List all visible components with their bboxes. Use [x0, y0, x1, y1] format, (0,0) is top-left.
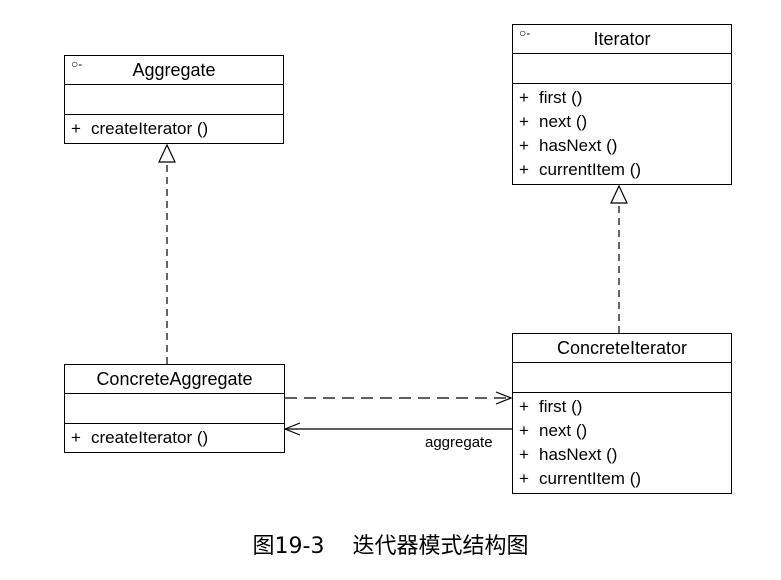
- realization-arrowhead-iterator: [610, 184, 628, 204]
- operation-item: + createIterator (): [65, 426, 284, 450]
- operation-label: createIterator (): [91, 119, 209, 138]
- class-aggregate: ○- Aggregate + createIterator (): [64, 55, 284, 144]
- figure-number: 图19-3: [252, 534, 325, 559]
- operation-label: currentItem (): [539, 160, 642, 179]
- operation-item: + next (): [513, 110, 731, 134]
- class-concrete-aggregate-operations: + createIterator (): [65, 423, 284, 452]
- class-iterator-attributes: [513, 53, 731, 83]
- class-concrete-iterator: ConcreteIterator + first () + next () + has…: [512, 333, 732, 494]
- operation-label: hasNext (): [539, 445, 618, 464]
- operation-label: createIterator (): [91, 428, 209, 447]
- class-concrete-aggregate: ConcreteAggregate + createIterator (): [64, 364, 285, 453]
- operation-item: + hasNext (): [513, 443, 731, 467]
- association-label: aggregate: [425, 434, 493, 451]
- operation-label: next (): [539, 421, 588, 440]
- class-concrete-iterator-attributes: [513, 362, 731, 392]
- operation-item: + first (): [513, 86, 731, 110]
- visibility-marker: +: [519, 160, 529, 179]
- class-concrete-aggregate-attributes: [65, 393, 284, 423]
- figure-caption: 图19-3 迭代器模式结构图: [0, 532, 781, 562]
- figure-title: 迭代器模式结构图: [352, 534, 529, 559]
- class-iterator-name-section: ○- Iterator: [513, 25, 731, 53]
- interface-icon: ○-: [519, 26, 531, 40]
- operation-label: next (): [539, 112, 588, 131]
- visibility-marker: +: [519, 397, 529, 416]
- visibility-marker: +: [519, 445, 529, 464]
- visibility-marker: +: [519, 136, 529, 155]
- class-concrete-aggregate-name-section: ConcreteAggregate: [65, 365, 284, 393]
- class-concrete-iterator-name-section: ConcreteIterator: [513, 334, 731, 362]
- operation-item: + currentItem (): [513, 158, 731, 182]
- class-aggregate-attributes: [65, 84, 283, 114]
- visibility-marker: +: [519, 88, 529, 107]
- operation-label: hasNext (): [539, 136, 618, 155]
- visibility-marker: +: [519, 469, 529, 488]
- class-aggregate-name: Aggregate: [132, 60, 216, 80]
- operation-label: first (): [539, 88, 583, 107]
- visibility-marker: +: [519, 421, 529, 440]
- operation-label: first (): [539, 397, 583, 416]
- visibility-marker: +: [71, 428, 81, 447]
- operation-item: + hasNext (): [513, 134, 731, 158]
- operation-item: + next (): [513, 419, 731, 443]
- class-iterator-operations: + first () + next () + hasNext () + currentI…: [513, 83, 731, 184]
- class-aggregate-operations: + createIterator (): [65, 114, 283, 143]
- operation-label: currentItem (): [539, 469, 642, 488]
- class-concrete-iterator-operations: + first () + next () + hasNext () + currentI…: [513, 392, 731, 493]
- visibility-marker: +: [519, 112, 529, 131]
- operation-item: + createIterator (): [65, 117, 283, 141]
- class-concrete-aggregate-name: ConcreteAggregate: [96, 369, 253, 389]
- class-aggregate-name-section: ○- Aggregate: [65, 56, 283, 84]
- class-iterator-name: Iterator: [593, 29, 651, 49]
- realization-arrowhead-aggregate: [158, 143, 176, 163]
- interface-icon: ○-: [71, 57, 83, 71]
- visibility-marker: +: [71, 119, 81, 138]
- class-concrete-iterator-name: ConcreteIterator: [556, 338, 688, 358]
- operation-item: + first (): [513, 395, 731, 419]
- operation-item: + currentItem (): [513, 467, 731, 491]
- class-iterator: ○- Iterator + first () + next () + hasNext …: [512, 24, 732, 185]
